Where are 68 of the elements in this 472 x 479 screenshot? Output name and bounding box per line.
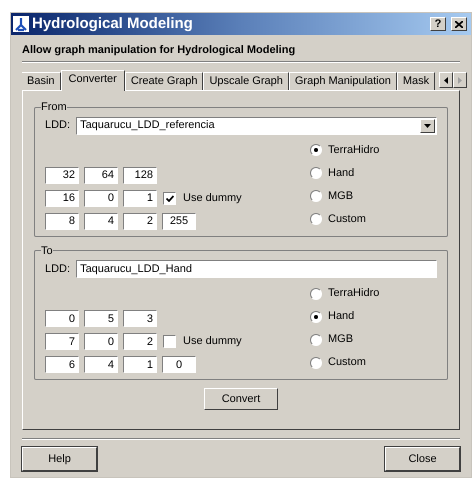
- radio-label: MGB: [328, 188, 354, 204]
- radio-button[interactable]: [310, 310, 322, 322]
- number-field[interactable]: 6: [45, 356, 79, 373]
- close-button[interactable]: Close: [385, 447, 460, 471]
- radio-label: Hand: [328, 309, 354, 324]
- number-field[interactable]: 0: [84, 190, 118, 206]
- number-field[interactable]: 255: [162, 212, 196, 230]
- number-field[interactable]: 128: [123, 166, 157, 184]
- radio-button[interactable]: [310, 356, 322, 368]
- ldd-dropdown[interactable]: Taquarucu_LDD_referencia: [76, 116, 437, 134]
- ldd-input-field[interactable]: Taquarucu_LDD_Hand: [76, 260, 437, 278]
- group-label: To: [41, 244, 53, 258]
- radio-button[interactable]: [310, 334, 322, 346]
- radio-label: TerraHidro: [328, 142, 380, 158]
- number-field[interactable]: 32: [45, 166, 79, 184]
- app-icon: [13, 16, 29, 32]
- radio-button[interactable]: [310, 288, 322, 300]
- tab[interactable]: Graph Manipulation: [288, 72, 397, 90]
- radio-button[interactable]: [310, 167, 322, 179]
- radio-label: Hand: [328, 166, 354, 181]
- window-title: Hydrological Modeling: [32, 14, 194, 34]
- tab[interactable]: Upscale Graph: [203, 72, 289, 90]
- number-field[interactable]: 7: [45, 333, 79, 350]
- checkbox[interactable]: [163, 192, 176, 204]
- field-label: LDD:: [45, 262, 70, 277]
- number-field[interactable]: 4: [84, 356, 118, 373]
- number-field[interactable]: 1: [123, 190, 157, 206]
- number-field[interactable]: 2: [123, 333, 157, 350]
- close-button[interactable]: [451, 17, 467, 31]
- field-label: LDD:: [45, 118, 70, 134]
- radio-label: Custom: [328, 355, 366, 370]
- tab-scroll-right-button[interactable]: [453, 72, 468, 88]
- radio-button[interactable]: [310, 190, 322, 202]
- radio-label: MGB: [328, 332, 354, 348]
- dialog-heading: Allow graph manipulation for Hydrological Modeling: [22, 43, 296, 56]
- radio-button[interactable]: [310, 144, 322, 156]
- checkbox-label: Use dummy: [183, 190, 242, 206]
- group-label: From: [41, 100, 67, 115]
- number-field[interactable]: 5: [84, 310, 118, 327]
- close-icon: [455, 20, 463, 28]
- number-field[interactable]: 8: [45, 212, 79, 230]
- number-field[interactable]: 0: [84, 333, 118, 350]
- tab-scroll-left-button[interactable]: [439, 72, 454, 88]
- caret-icon: [424, 124, 431, 128]
- tab[interactable]: Mask: [396, 72, 436, 90]
- help-button[interactable]: ?: [430, 17, 446, 31]
- radio-label: Custom: [328, 212, 366, 227]
- convert-button[interactable]: Convert: [204, 388, 278, 410]
- tab[interactable]: Basin: [22, 72, 61, 90]
- right-arrow-icon: [458, 76, 462, 84]
- tab[interactable]: Create Graph: [124, 72, 204, 90]
- tab[interactable]: Converter: [60, 70, 125, 91]
- number-field[interactable]: 0: [45, 310, 79, 327]
- checkbox[interactable]: [163, 335, 176, 348]
- radio-label: TerraHidro: [328, 286, 380, 302]
- number-field[interactable]: 4: [84, 212, 118, 230]
- number-field[interactable]: 64: [84, 166, 118, 184]
- left-arrow-icon: [444, 76, 448, 84]
- number-field[interactable]: 3: [123, 310, 157, 327]
- checkbox-label: Use dummy: [183, 334, 242, 350]
- dropdown-button[interactable]: [420, 118, 435, 132]
- radio-button[interactable]: [310, 213, 322, 225]
- number-field[interactable]: 1: [123, 356, 157, 373]
- number-field[interactable]: 2: [123, 212, 157, 230]
- number-field[interactable]: 0: [162, 356, 196, 373]
- help-button[interactable]: Help: [22, 447, 97, 471]
- number-field[interactable]: 16: [45, 190, 79, 206]
- checkmark-icon: [166, 194, 174, 202]
